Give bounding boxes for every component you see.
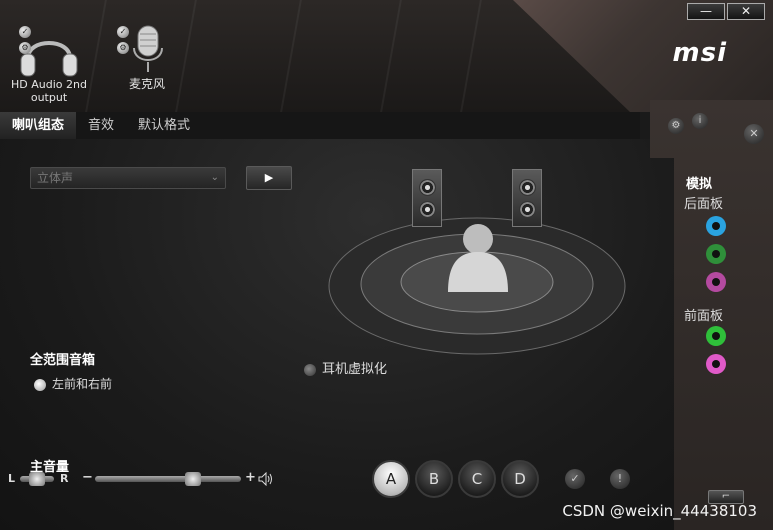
front-right-speaker[interactable] [512,169,542,227]
device-label-line1: HD Audio 2nd [11,78,87,91]
check-icon[interactable]: ✓ [565,469,585,489]
front-jack-green[interactable] [706,326,726,346]
tab-sound-effects[interactable]: 音效 [76,112,126,139]
device-settings-icon: ⚙ [117,42,129,54]
headphone-virtualization-option[interactable]: 耳机虚拟化 [304,358,387,377]
full-range-title: 全范围音箱 [30,353,96,368]
select-value: 立体声 [37,171,74,185]
device-label: 麦克风 [128,77,165,91]
analog-title: 模拟 [686,177,713,192]
play-icon: ▶ [264,171,274,184]
back-jack-pink[interactable] [706,272,726,292]
balance-left-label: L [8,472,16,485]
info-lock-icon[interactable]: ! [610,469,630,489]
listener-icon [446,222,510,294]
back-panel-title: 后面板 [684,197,724,212]
speaker-volume-icon[interactable] [258,472,274,486]
tab-default-format[interactable]: 默认格式 [126,112,202,139]
back-jack-blue[interactable] [706,216,726,236]
profile-button-c[interactable]: C [458,460,496,498]
msi-logo: msi [672,38,727,68]
chevron-down-icon: ⌄ [210,172,219,183]
volume-minus-icon: − [82,470,93,485]
full-range-option-label: 左前和右前 [52,377,113,391]
play-test-button[interactable]: ▶ [246,166,292,190]
tools-icon[interactable]: ✕ [744,124,764,144]
front-jack-pink[interactable] [706,354,726,374]
balance-right-label: R [60,472,69,485]
volume-slider-knob[interactable] [184,472,201,486]
device-label-line2: output [30,91,68,104]
minimize-button[interactable]: — [687,3,725,20]
volume-track[interactable] [95,476,241,482]
device-settings-icon: ⚙ [19,42,31,54]
device-microphone[interactable]: ✓ ⚙ 麦克风 [112,24,182,94]
master-volume-controls: L R − + [0,470,300,490]
close-button[interactable]: ✕ [727,3,765,20]
full-range-checkbox[interactable] [34,378,46,391]
speaker-config-select[interactable]: 立体声 ⌄ [30,167,226,189]
front-panel-title: 前面板 [684,309,724,324]
device-check-icon: ✓ [19,26,31,38]
profile-button-d[interactable]: D [501,460,539,498]
full-range-option[interactable]: 左前和右前 [34,375,112,392]
info-icon[interactable]: i [692,113,708,129]
device-check-icon: ✓ [117,26,129,38]
profile-button-a[interactable]: A [372,460,410,498]
gear-icon[interactable]: ⚙ [668,118,684,134]
watermark: CSDN @weixin_44438103 [562,502,757,520]
headphone-virtualization-label: 耳机虚拟化 [322,362,388,377]
tab-speaker-config[interactable]: 喇叭组态 [0,112,77,139]
tab-bar: 喇叭组态 音效 默认格式 [0,112,640,139]
volume-plus-icon: + [245,470,256,485]
profile-button-b[interactable]: B [415,460,453,498]
back-jack-green[interactable] [706,244,726,264]
headphone-virtualization-checkbox[interactable] [304,363,316,376]
balance-slider-knob[interactable] [29,472,45,486]
audio-manager-window: — ✕ msi ✓ ⚙ HD Audio 2nd output ✓ ⚙ 麦克风 [0,0,773,530]
front-left-speaker[interactable] [412,169,442,227]
device-headphones[interactable]: ✓ ⚙ HD Audio 2nd output [8,24,90,106]
window-controls: — ✕ [687,3,765,20]
